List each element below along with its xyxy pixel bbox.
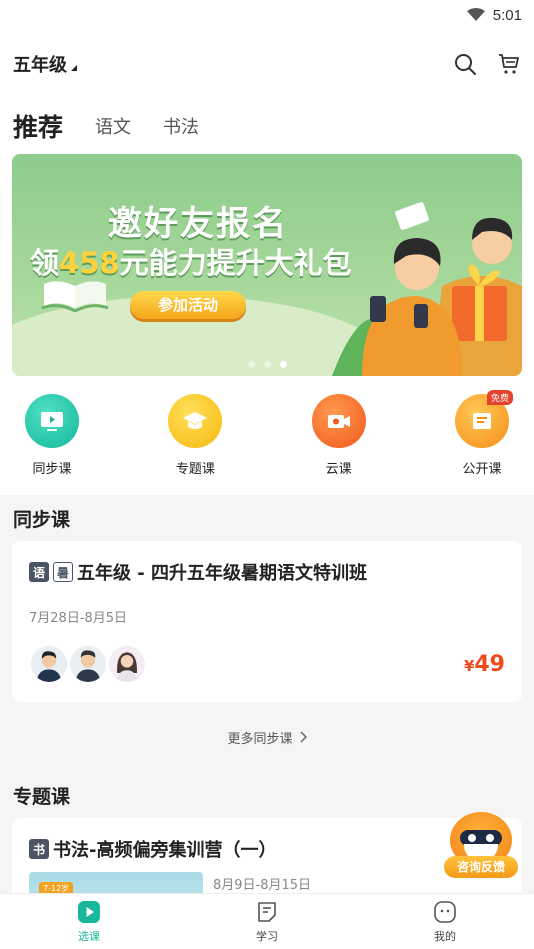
top-bar: 五年级 bbox=[0, 30, 534, 98]
banner-dot-active[interactable] bbox=[279, 361, 287, 368]
chevron-right-icon bbox=[299, 731, 307, 743]
nav-label: 学习 bbox=[256, 929, 278, 943]
note-icon bbox=[258, 901, 276, 922]
feedback-float-button[interactable]: 咨询反馈 bbox=[444, 812, 518, 878]
grade-selector[interactable]: 五年级 bbox=[13, 51, 77, 77]
grade-label: 五年级 bbox=[13, 55, 67, 76]
free-badge: 免费 bbox=[486, 390, 513, 405]
banner-headline: 邀好友报名 bbox=[108, 204, 288, 244]
course-price: ¥49 bbox=[463, 651, 505, 677]
banner-pagination bbox=[12, 361, 522, 368]
status-bar: 5:01 bbox=[0, 0, 534, 30]
season-tag: 暑 bbox=[53, 562, 73, 582]
dropdown-triangle-icon bbox=[71, 65, 77, 71]
subject-tag: 书 bbox=[29, 839, 49, 859]
banner-dot[interactable] bbox=[263, 361, 271, 368]
promo-banner[interactable]: 邀好友报名 领458元能力提升大礼包 参加活动 bbox=[12, 154, 522, 376]
sync-course-card[interactable]: 语 暑 五年级 - 四升五年级暑期语文特训班 7月28日-8月5日 ¥49 bbox=[12, 541, 522, 702]
course-date: 7月28日-8月5日 bbox=[29, 611, 128, 626]
nav-select-course[interactable]: 选课 bbox=[39, 900, 139, 944]
tv-icon bbox=[25, 394, 79, 448]
profile-face-icon bbox=[434, 900, 456, 923]
subject-tag: 语 bbox=[29, 562, 49, 582]
quick-entry-label: 云课 bbox=[325, 462, 352, 477]
quick-entry-cloud-course[interactable]: 云课 bbox=[299, 394, 379, 477]
course-title: 五年级 - 四升五年级暑期语文特训班 bbox=[77, 563, 368, 584]
section-title-sync: 同步课 bbox=[13, 508, 71, 531]
quick-entry-row: 同步课 专题课 云课 免费 公开课 bbox=[0, 390, 534, 495]
search-icon[interactable] bbox=[453, 52, 477, 76]
quick-entry-open-course[interactable]: 免费 公开课 bbox=[442, 390, 522, 477]
tab-recommend[interactable]: 推荐 bbox=[13, 108, 63, 144]
quick-entry-label: 专题课 bbox=[175, 462, 215, 477]
open-book-icon: 免费 bbox=[454, 390, 513, 448]
banner-dot[interactable] bbox=[247, 361, 255, 368]
banner-amount: 458 bbox=[59, 246, 120, 280]
cart-icon[interactable] bbox=[497, 52, 521, 76]
teacher-avatar bbox=[68, 644, 108, 684]
quick-entry-label: 同步课 bbox=[32, 462, 72, 477]
nav-mine[interactable]: 我的 bbox=[395, 900, 495, 944]
quick-entry-sync-course[interactable]: 同步课 bbox=[12, 394, 92, 477]
tab-chinese[interactable]: 语文 bbox=[95, 113, 131, 139]
teacher-avatar bbox=[29, 644, 69, 684]
nav-label: 我的 bbox=[434, 929, 456, 943]
quick-entry-label: 公开课 bbox=[462, 462, 502, 477]
people-illustration-icon bbox=[332, 202, 522, 376]
wifi-icon bbox=[466, 8, 485, 21]
bottom-navigation: 选课 学习 我的 bbox=[0, 893, 534, 949]
tab-calligraphy[interactable]: 书法 bbox=[163, 113, 199, 139]
more-sync-courses-link[interactable]: 更多同步课 bbox=[0, 702, 534, 772]
book-illustration-icon bbox=[41, 281, 109, 312]
more-sync-courses-label: 更多同步课 bbox=[227, 731, 293, 747]
feedback-label: 咨询反馈 bbox=[444, 856, 518, 878]
join-activity-button[interactable]: 参加活动 bbox=[130, 291, 246, 319]
nav-study[interactable]: 学习 bbox=[217, 900, 317, 944]
status-time: 5:01 bbox=[492, 6, 522, 24]
teacher-avatar bbox=[107, 644, 147, 684]
graduation-cap-icon bbox=[168, 394, 223, 448]
teacher-avatars bbox=[29, 644, 147, 684]
nav-label: 选课 bbox=[78, 929, 100, 943]
quick-entry-topic-course[interactable]: 专题课 bbox=[155, 394, 235, 477]
play-icon bbox=[78, 900, 100, 923]
banner-subheadline: 领458元能力提升大礼包 bbox=[30, 246, 352, 280]
video-camera-icon bbox=[311, 394, 366, 448]
category-tabs: 推荐 语文 书法 bbox=[0, 98, 534, 154]
course-title: 书法-高频偏旁集训营（一） bbox=[53, 840, 277, 861]
